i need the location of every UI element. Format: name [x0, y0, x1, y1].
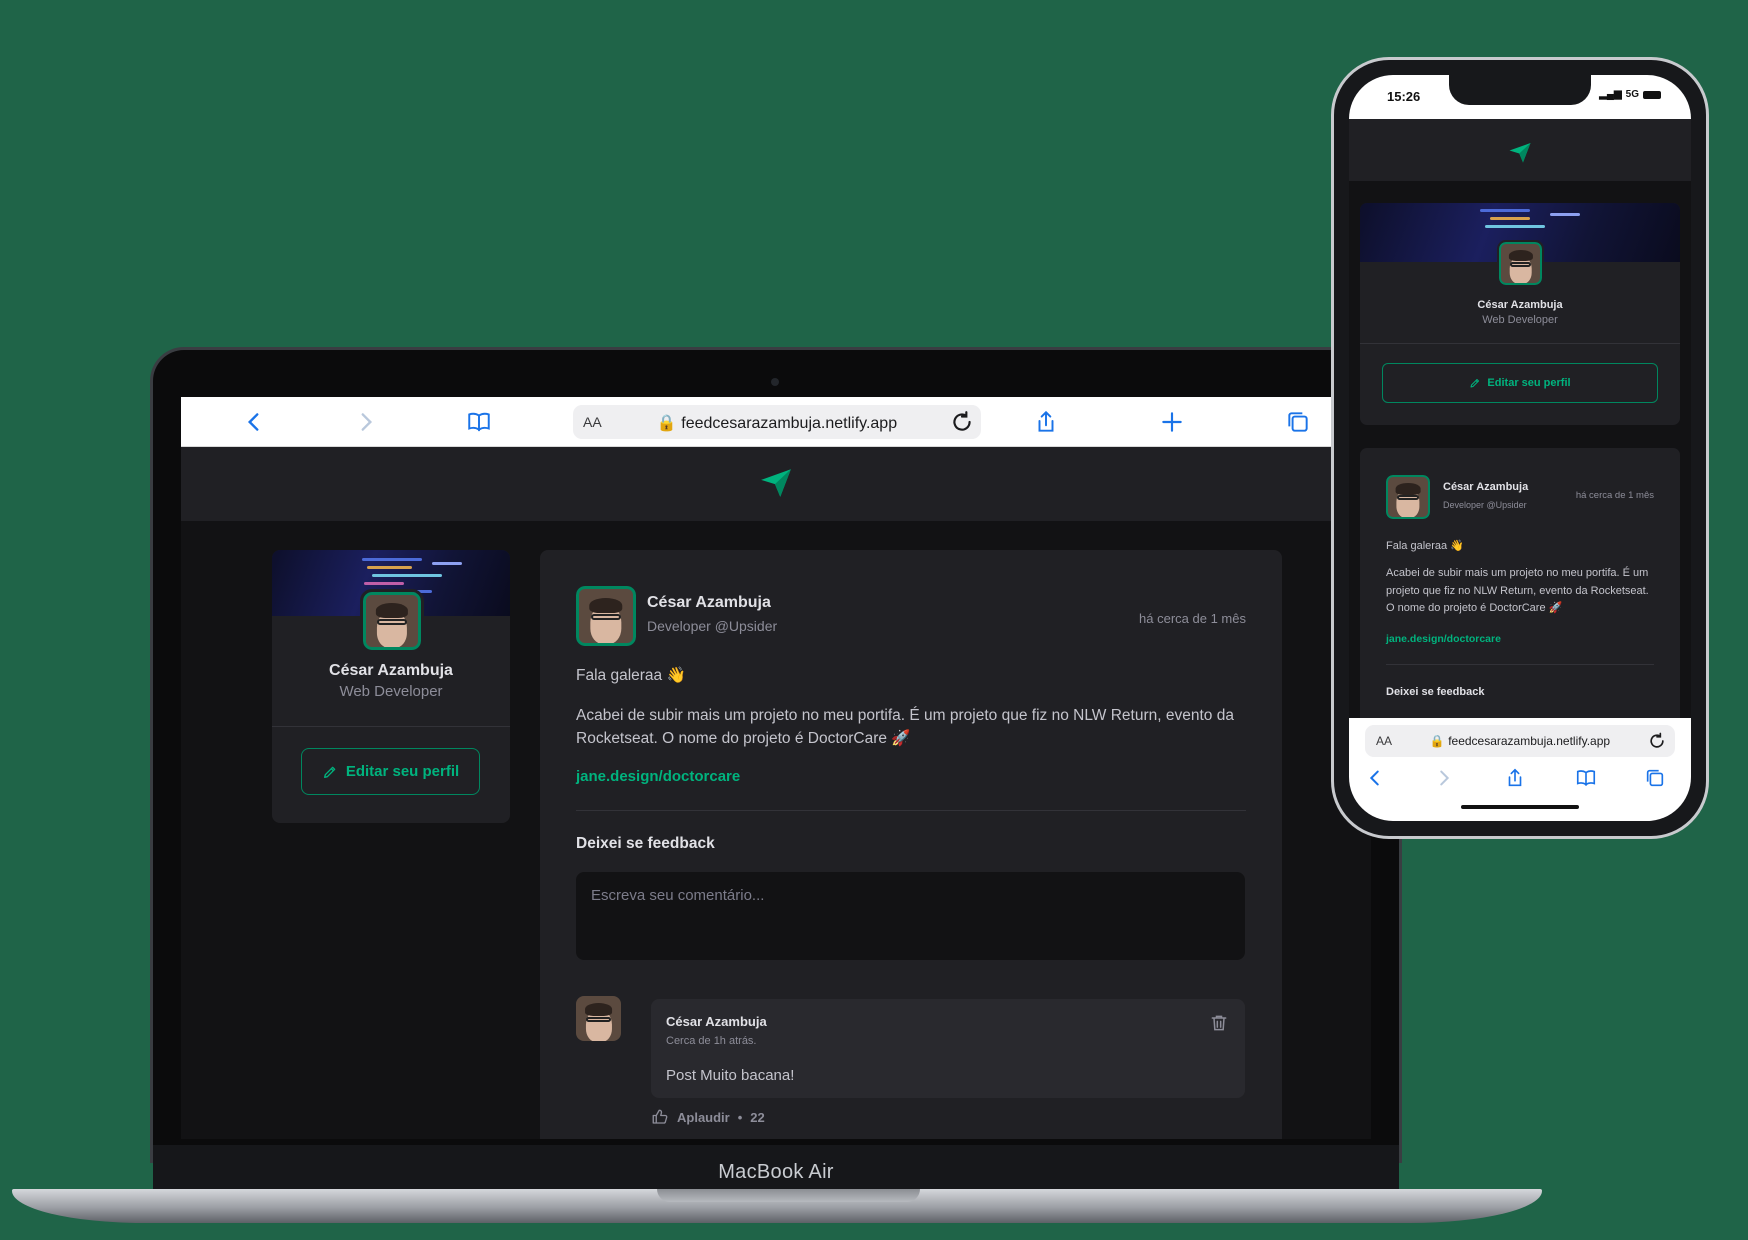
- paper-plane-icon: [761, 469, 791, 497]
- browser-toolbar: AA 🔒 feedcesarazambuja.netlify.app: [181, 397, 1371, 447]
- divider: [1360, 343, 1680, 344]
- divider: [272, 726, 510, 727]
- app-header: [181, 447, 1371, 521]
- forward-icon[interactable]: [351, 407, 381, 437]
- post-avatar[interactable]: [573, 583, 639, 649]
- pencil-icon: [323, 766, 336, 778]
- laptop-chin: MacBook Air: [153, 1145, 1399, 1189]
- post-body: Acabei de subir mais um projeto no meu p…: [1386, 567, 1649, 614]
- avatar[interactable]: [1497, 240, 1544, 287]
- applaud-label: Aplaudir: [677, 1109, 730, 1125]
- profile-role: Web Developer: [339, 683, 443, 700]
- avatar[interactable]: [360, 589, 424, 653]
- post-avatar[interactable]: [1384, 473, 1432, 521]
- home-indicator[interactable]: [1461, 805, 1579, 809]
- phone-screen: 15:26 ▂▄▆ 5G César Azambuja Web Develope…: [1349, 75, 1691, 821]
- comment-time: Cerca de 1h atrás.: [666, 1035, 757, 1047]
- post-card: César Azambuja Developer @Upsider há cer…: [540, 550, 1282, 1139]
- post-greeting: Fala galeraa 👋: [1386, 540, 1464, 552]
- profile-name: César Azambuja: [329, 662, 453, 679]
- paper-plane-icon: [1509, 143, 1531, 163]
- feedback-title: Deixei se feedback: [1386, 686, 1485, 698]
- address-bar[interactable]: AA 🔒 feedcesarazambuja.netlify.app: [1365, 725, 1675, 757]
- back-icon[interactable]: [1363, 766, 1387, 790]
- comment-input[interactable]: [576, 872, 1245, 960]
- feedback-title: Deixei se feedback: [576, 835, 715, 852]
- url-value: feedcesarazambuja.netlify.app: [1448, 734, 1611, 748]
- url-text: 🔒 feedcesarazambuja.netlify.app: [656, 415, 898, 432]
- laptop-base: [12, 1189, 1542, 1223]
- comment-text: Post Muito bacana!: [666, 1067, 795, 1084]
- pencil-icon: [1470, 379, 1480, 388]
- divider: [576, 810, 1246, 811]
- thumbs-up-icon: [652, 1109, 668, 1124]
- post-card: César Azambuja Developer @Upsider há cer…: [1360, 448, 1680, 728]
- profile-role: Web Developer: [1482, 314, 1558, 326]
- status-signal: ▂▄▆ 5G: [1599, 89, 1661, 100]
- post-author: César Azambuja: [1443, 481, 1529, 493]
- post-author-role: Developer @Upsider: [1443, 500, 1527, 510]
- post-greeting: Fala galeraa 👋: [576, 667, 686, 684]
- status-bar: 15:26 ▂▄▆ 5G: [1349, 75, 1691, 119]
- edit-profile-label: Editar seu perfil: [1487, 377, 1571, 389]
- post-time: há cerca de 1 mês: [1575, 490, 1654, 501]
- signal-icon: ▂▄▆: [1599, 89, 1622, 100]
- tabs-icon[interactable]: [1643, 766, 1667, 790]
- network-label: 5G: [1625, 89, 1639, 100]
- url-text: 🔒 feedcesarazambuja.netlify.app: [1429, 734, 1611, 748]
- laptop-notch: [657, 1189, 920, 1202]
- post-body: Acabei de subir mais um projeto no meu p…: [576, 707, 1234, 747]
- phone-notch: [1449, 75, 1591, 105]
- laptop-screen: AA 🔒 feedcesarazambuja.netlify.app César…: [181, 397, 1371, 1139]
- browser-toolbar: AA 🔒 feedcesarazambuja.netlify.app: [1349, 718, 1691, 821]
- edit-profile-button[interactable]: Editar seu perfil: [301, 748, 480, 795]
- bookmarks-icon[interactable]: [1574, 766, 1598, 790]
- profile-name: César Azambuja: [1477, 299, 1563, 311]
- status-time: 15:26: [1387, 89, 1421, 104]
- trash-icon[interactable]: [1209, 1013, 1229, 1033]
- divider: [1386, 664, 1654, 665]
- battery-icon: [1643, 90, 1661, 99]
- applaud-button[interactable]: Aplaudir • 22: [651, 1108, 765, 1126]
- tabs-icon[interactable]: [1283, 407, 1313, 437]
- reload-icon[interactable]: [1647, 731, 1667, 751]
- bookmarks-icon[interactable]: [464, 407, 494, 437]
- forward-icon[interactable]: [1432, 766, 1456, 790]
- applaud-count: 22: [750, 1109, 765, 1125]
- share-icon[interactable]: [1031, 407, 1061, 437]
- post-link[interactable]: jane.design/doctorcare: [576, 768, 740, 785]
- profile-card: César Azambuja Web Developer Editar seu …: [272, 550, 510, 823]
- post-author: César Azambuja: [647, 594, 771, 611]
- laptop-camera: [771, 378, 779, 386]
- reload-icon[interactable]: [949, 409, 975, 435]
- app-header: [1349, 119, 1691, 181]
- edit-profile-label: Editar seu perfil: [345, 763, 460, 780]
- post-link[interactable]: jane.design/doctorcare: [1386, 633, 1501, 645]
- comment-avatar[interactable]: [576, 996, 621, 1041]
- address-bar[interactable]: AA 🔒 feedcesarazambuja.netlify.app: [573, 405, 981, 439]
- post-time: há cerca de 1 mês: [1139, 611, 1246, 626]
- new-tab-icon[interactable]: [1157, 407, 1187, 437]
- post-author-role: Developer @Upsider: [647, 618, 778, 634]
- profile-card: César Azambuja Web Developer Editar seu …: [1360, 203, 1680, 425]
- device-label: MacBook Air: [718, 1161, 834, 1183]
- edit-profile-button[interactable]: Editar seu perfil: [1382, 363, 1658, 403]
- applaud-separator: •: [737, 1109, 743, 1125]
- comment-box: César Azambuja Cerca de 1h atrás. Post M…: [651, 999, 1245, 1098]
- comment-author: César Azambuja: [666, 1014, 767, 1029]
- url-value: feedcesarazambuja.netlify.app: [681, 415, 898, 432]
- back-icon[interactable]: [239, 407, 269, 437]
- share-icon[interactable]: [1503, 766, 1527, 790]
